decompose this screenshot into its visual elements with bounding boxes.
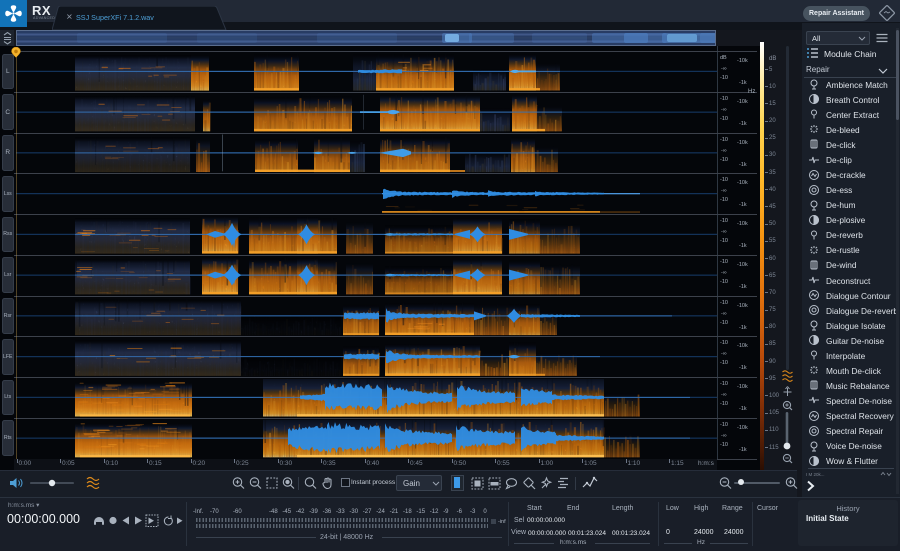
svg-text:✕: ✕	[66, 13, 73, 22]
svg-text:SSJ SuperXFi 7.1.2.wav: SSJ SuperXFi 7.1.2.wav	[76, 13, 154, 22]
